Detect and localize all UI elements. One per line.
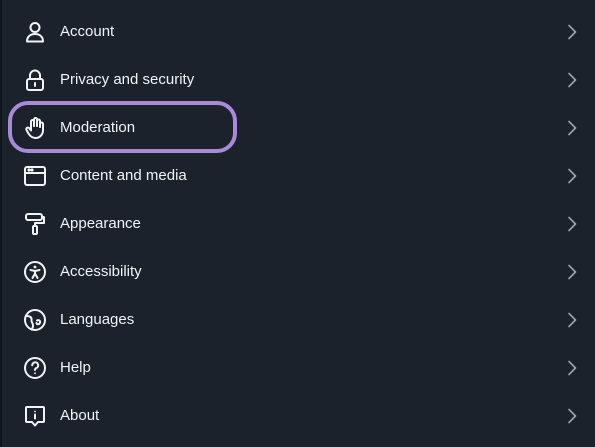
chevron-right-icon [564, 312, 580, 328]
question-circle-icon [23, 356, 47, 380]
lock-icon [23, 68, 47, 92]
chevron-right-icon [564, 408, 580, 424]
globe-icon [23, 308, 47, 332]
chevron-right-icon [564, 360, 580, 376]
settings-item-label: Privacy and security [60, 71, 195, 88]
person-icon [23, 20, 47, 44]
chevron-right-icon [564, 264, 580, 280]
chevron-right-icon [564, 120, 580, 136]
settings-item-appearance[interactable]: Appearance [0, 200, 595, 248]
settings-item-content-and-media[interactable]: Content and media [0, 152, 595, 200]
settings-item-label: Content and media [60, 167, 187, 184]
settings-item-label: Appearance [60, 215, 141, 232]
chevron-right-icon [564, 72, 580, 88]
settings-item-help[interactable]: Help [0, 344, 595, 392]
settings-item-label: Help [60, 359, 91, 376]
settings-item-languages[interactable]: Languages [0, 296, 595, 344]
info-speech-bubble-icon [23, 404, 47, 428]
settings-item-account[interactable]: Account [0, 8, 595, 56]
browser-window-icon [23, 164, 47, 188]
chevron-right-icon [564, 24, 580, 40]
settings-item-label: About [60, 407, 100, 424]
settings-list: Account Privacy and security Moderation … [0, 8, 595, 440]
settings-item-accessibility[interactable]: Accessibility [0, 248, 595, 296]
settings-item-moderation[interactable]: Moderation [0, 104, 595, 152]
accessibility-icon [23, 260, 47, 284]
chevron-right-icon [564, 216, 580, 232]
hand-icon [23, 116, 47, 140]
settings-item-label: Account [60, 23, 115, 40]
settings-item-label: Moderation [60, 119, 136, 136]
chevron-right-icon [564, 168, 580, 184]
settings-item-label: Languages [60, 311, 135, 328]
settings-item-label: Accessibility [60, 263, 142, 280]
paint-roller-icon [23, 212, 47, 236]
settings-item-about[interactable]: About [0, 392, 595, 440]
settings-item-privacy-and-security[interactable]: Privacy and security [0, 56, 595, 104]
